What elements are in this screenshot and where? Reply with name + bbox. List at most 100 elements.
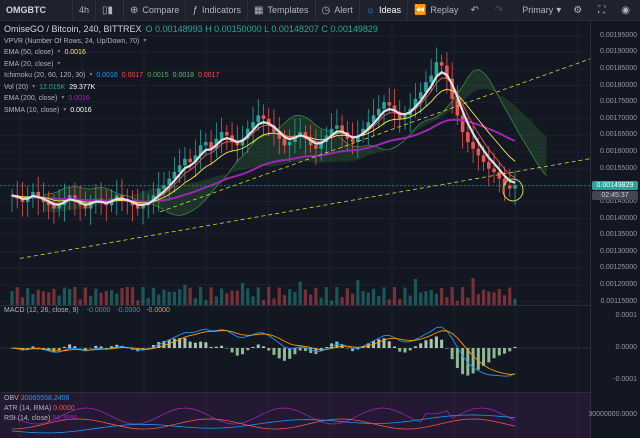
indicator-value: 30065558.2406 <box>20 395 70 402</box>
indicator-legend-row[interactable]: SMMA (10, close) ▾ 0.0016 <box>4 105 378 117</box>
price-axis-label: 0.00175000 <box>600 98 637 106</box>
indicator-legend-row[interactable]: Vol (20) ▾ 12.015K 29.377K <box>4 82 378 94</box>
lower-pane-separator[interactable] <box>0 392 590 393</box>
macd-histogram-bar <box>209 346 213 348</box>
redo-button[interactable]: ↷ <box>489 0 513 20</box>
candle-body <box>434 62 439 76</box>
volume-bar <box>424 291 428 305</box>
indicator-value: 0.0016 <box>96 72 118 79</box>
alert-button[interactable]: ◷ Alert <box>316 0 360 20</box>
volume-bar <box>319 297 323 305</box>
indicator-legend-row[interactable]: EMA (200, close) ▾ 0.0016 <box>4 93 378 105</box>
macd-pane-separator[interactable] <box>0 305 590 306</box>
snapshot-button[interactable]: ◉ <box>615 0 640 20</box>
macd-histogram-bar <box>282 348 286 361</box>
symbol-search[interactable]: OMGBTC <box>0 0 73 20</box>
macd-histogram-bar <box>277 348 281 359</box>
templates-button[interactable]: ▦ Templates <box>248 0 316 20</box>
volume-bar <box>146 297 150 305</box>
price-axis[interactable]: 0.00195000 0.00190000 0.00185000 0.00180000… <box>588 21 640 438</box>
interval-selector[interactable]: 4h <box>73 0 97 20</box>
candles-icon: ▯▮ <box>102 4 114 16</box>
lower-indicator-row[interactable]: RSI (14, close) 54.3990 <box>4 414 78 424</box>
volume-bar <box>403 287 407 305</box>
indicators-button[interactable]: ƒ Indicators <box>186 0 249 20</box>
macd-histogram-bar <box>392 346 396 348</box>
symbol-title: OmiseGO / Bitcoin, 240, BITTREX <box>4 24 142 34</box>
macd-value: -0.0000 <box>86 307 111 314</box>
undo-button[interactable]: ↶ <box>464 0 488 20</box>
macd-histogram-bar <box>220 345 224 348</box>
ideas-button[interactable]: ☼ Ideas <box>360 0 408 20</box>
chevron-down-icon[interactable]: ▾ <box>63 105 66 117</box>
volume-bar <box>240 283 245 305</box>
theme-selector[interactable]: Primary ▾ <box>516 0 567 20</box>
volume-bar <box>314 287 318 305</box>
macd-histogram-bar <box>68 344 72 348</box>
chevron-down-icon[interactable]: ▾ <box>32 82 35 94</box>
indicator-legend-row[interactable]: VPVR (Number Of Rows, 24, Up/Down, 70) ▾ <box>4 36 378 48</box>
macd-histogram-bar <box>230 348 234 353</box>
fullscreen-button[interactable]: ⛶ <box>592 0 615 20</box>
indicator-legend-row[interactable]: EMA (50, close) ▾ 0.0016 <box>4 47 378 59</box>
trend-line-lower <box>19 158 590 259</box>
candle-body <box>439 62 444 66</box>
candle-body <box>497 171 502 179</box>
macd-histogram-bar <box>387 341 391 348</box>
chevron-down-icon[interactable]: ▾ <box>57 47 60 59</box>
lower-indicator-row[interactable]: ATR (14, RMA) 0.0000 <box>4 404 78 414</box>
macd-histogram-bar <box>267 348 271 351</box>
indicator-legend-row[interactable]: Ichimoku (20, 60, 120, 30) ▾ 0.0016 0.0017 0… <box>4 70 378 82</box>
macd-histogram-bar <box>204 342 208 348</box>
indicator-value: 29.377K <box>69 83 96 91</box>
macd-histogram-bar <box>183 338 187 348</box>
volume-bar <box>476 294 480 305</box>
macd-histogram-bar <box>235 348 239 356</box>
chevron-down-icon[interactable]: ▾ <box>61 93 64 105</box>
macd-histogram-bar <box>62 346 66 348</box>
lightbulb-icon: ☼ <box>365 4 375 16</box>
settings-button[interactable]: ⚙ <box>567 0 592 20</box>
macd-legend: MACD (12, 26, close, 9) -0.0000 -0.0000 -0… <box>4 307 170 314</box>
volume-bar <box>366 292 370 305</box>
macd-histogram-bar <box>94 345 98 348</box>
macd-histogram-bar <box>188 341 192 348</box>
macd-histogram-bar <box>99 346 103 348</box>
indicator-name: EMA (20, close) <box>4 60 54 68</box>
volume-bar <box>57 295 61 305</box>
theme-label: Primary <box>522 5 554 15</box>
macd-axis-label: 0.0000 <box>615 344 637 351</box>
indicator-name: VPVR (Number Of Rows, 24, Up/Down, 70) <box>4 37 140 45</box>
templates-label: Templates <box>267 5 309 15</box>
volume-bar <box>125 286 129 305</box>
macd-histogram-bar <box>450 348 454 360</box>
macd-histogram-bar <box>251 346 255 348</box>
chevron-down-icon[interactable]: ▾ <box>89 70 92 82</box>
fx-icon: ƒ <box>192 4 198 16</box>
macd-histogram-bar <box>440 339 444 348</box>
candle-body <box>52 205 56 209</box>
indicator-value: 0.0000 <box>53 405 75 412</box>
indicator-legend-row[interactable]: EMA (20, close) ▾ <box>4 59 378 71</box>
candle-body <box>314 145 318 149</box>
gear-icon: ⚙ <box>573 4 583 16</box>
right-toolbar: Primary ▾ ⚙ ⛶ ◉ <box>516 0 640 20</box>
candle-body <box>282 138 287 146</box>
candle-body <box>429 75 433 83</box>
bar-countdown: 02:45:37 <box>592 190 638 200</box>
lower-indicator-row[interactable]: OBV 30065558.2406 <box>4 394 78 404</box>
price-axis-label: 0.00190000 <box>600 48 637 56</box>
volume-bar <box>172 291 177 305</box>
volume-bar <box>15 287 19 305</box>
volume-bar <box>340 297 344 305</box>
volume-bar <box>293 292 297 305</box>
indicator-name: Ichimoku (20, 60, 120, 30) <box>4 72 86 79</box>
price-axis-label: 0.00125000 <box>600 264 637 272</box>
chevron-down-icon[interactable]: ▾ <box>143 36 146 48</box>
chart-style-button[interactable]: ▯▮ <box>96 0 125 20</box>
replay-button[interactable]: ⏪ Replay <box>408 0 464 20</box>
compare-button[interactable]: ⊕ Compare <box>124 0 187 20</box>
volume-bar <box>130 287 135 305</box>
chevron-down-icon[interactable]: ▾ <box>57 59 60 71</box>
volume-bar <box>298 281 302 305</box>
